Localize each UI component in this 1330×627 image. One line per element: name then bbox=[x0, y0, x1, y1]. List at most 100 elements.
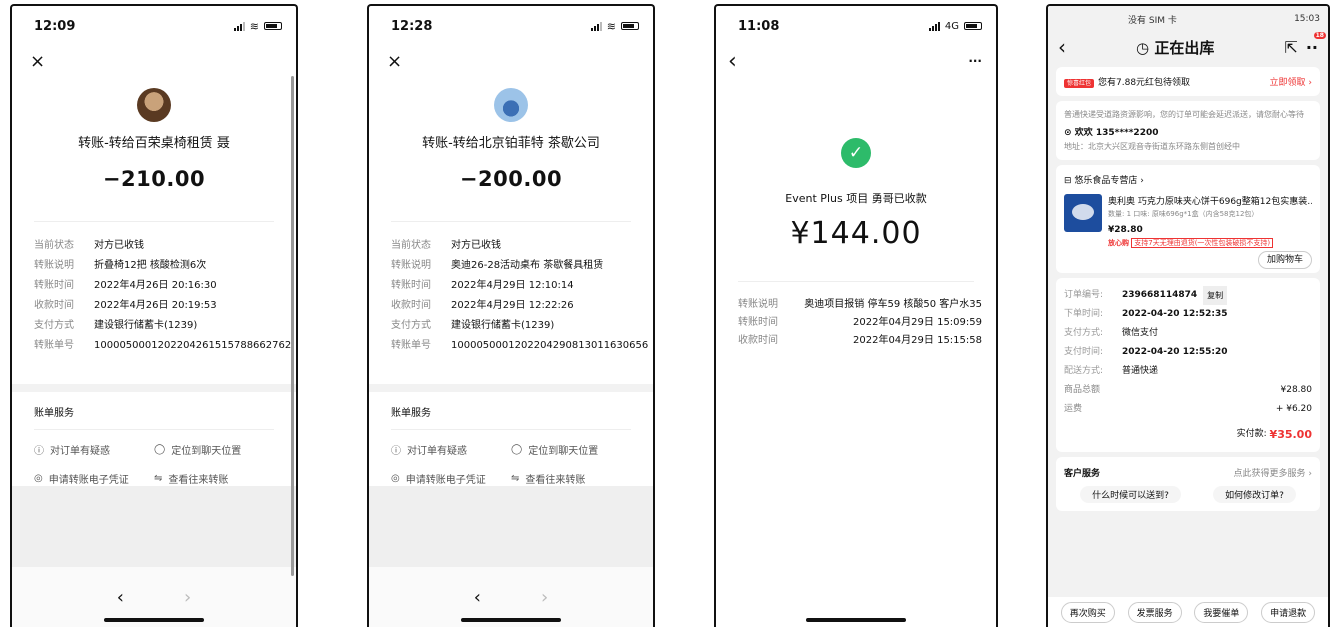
paid-amount: ¥35.00 bbox=[1269, 428, 1312, 441]
status-time: 15:03 bbox=[1294, 14, 1320, 24]
service-label: 定位到聊天位置 bbox=[528, 446, 599, 457]
transfer-details: 转账说明 奥迪项目报销 停车59 核酸50 客户水35 转账时间 2022年04月2… bbox=[716, 282, 996, 350]
status-bar: 12:09 ≋ bbox=[12, 6, 296, 46]
service-view-transfers[interactable]: ⇋ 查看往来转账 bbox=[154, 471, 274, 486]
detail-row: 当前状态 对方已收钱 bbox=[34, 236, 274, 256]
detail-label: 转账时间 bbox=[391, 280, 431, 291]
status-icons: 4G bbox=[928, 21, 982, 32]
status-time: 12:09 bbox=[34, 18, 76, 34]
nav-bar: × bbox=[12, 46, 296, 76]
home-indicator[interactable] bbox=[104, 618, 204, 622]
goods-total-label: 商品总额 bbox=[1064, 385, 1101, 395]
order-row: 支付时间: 2022-04-20 12:55:20 bbox=[1064, 343, 1312, 362]
avatar bbox=[137, 88, 171, 122]
voucher-icon: ◎ bbox=[391, 473, 400, 484]
detail-value: 建设银行储蓄卡(1239) bbox=[94, 320, 198, 331]
service-view-transfers[interactable]: ⇋ 查看往来转账 bbox=[511, 471, 631, 486]
back-icon[interactable]: ‹ bbox=[728, 49, 737, 74]
promo-card[interactable]: 惊喜红包 您有7.88元红包待领取 立即领取 › bbox=[1056, 67, 1320, 96]
signal-icon bbox=[590, 21, 602, 31]
battery-icon bbox=[621, 22, 639, 30]
detail-value: 1000050001202204261515788662762 bbox=[94, 340, 292, 351]
detail-row: 转账单号 1000050001202204261515788662762 bbox=[34, 336, 291, 356]
back-button[interactable]: ‹ bbox=[117, 587, 124, 608]
cs-title: 客户服务 bbox=[1064, 469, 1101, 479]
service-order-question[interactable]: ⓘ 对订单有疑惑 bbox=[391, 442, 511, 457]
faq-delivery-time[interactable]: 什么时候可以送到? bbox=[1080, 486, 1181, 503]
receiver-info: ⊙ 欢欢 135****2200 bbox=[1064, 125, 1312, 138]
order-row: 配送方式: 普通快递 bbox=[1064, 362, 1312, 381]
service-order-question[interactable]: ⓘ 对订单有疑惑 bbox=[34, 442, 154, 457]
shipping-label: 运费 bbox=[1064, 404, 1083, 414]
detail-value: 奥迪26-28活动桌布 茶歇餐具租赁 bbox=[451, 260, 604, 271]
cs-more[interactable]: 点此获得更多服务 › bbox=[1234, 465, 1312, 484]
more-icon[interactable]: ·· 18 bbox=[1306, 31, 1326, 57]
order-row: 订单编号: 239668114874 复制 bbox=[1064, 286, 1312, 305]
forward-button[interactable]: › bbox=[184, 587, 191, 608]
phone-screen-1: 12:09 ≋ × 转账-转给百荣桌椅租赁 聂 −210.00 当前状态 对方已收… bbox=[10, 4, 298, 627]
product-row[interactable]: 奥利奥 巧克力原味夹心饼干696g整箱12包实惠装… 数量: 1 口味: 原味6… bbox=[1064, 194, 1312, 248]
swap-icon: ⇋ bbox=[154, 473, 163, 484]
urge-order-button[interactable]: 我要催单 bbox=[1194, 601, 1249, 623]
bill-service-title: 账单服务 bbox=[34, 408, 74, 419]
copy-button[interactable]: 复制 bbox=[1203, 286, 1228, 305]
detail-value: 建设银行储蓄卡(1239) bbox=[451, 320, 555, 331]
detail-value: 折叠椅12把 核酸检测6次 bbox=[94, 260, 207, 271]
status-icons: ≋ bbox=[233, 20, 282, 33]
detail-row: 支付方式 建设银行储蓄卡(1239) bbox=[391, 316, 631, 336]
back-icon[interactable]: ‹ bbox=[1058, 35, 1066, 59]
service-locate-chat[interactable]: ◯ 定位到聊天位置 bbox=[511, 442, 631, 457]
order-info-card: 订单编号: 239668114874 复制 下单时间: 2022-04-20 12:5… bbox=[1056, 278, 1320, 452]
avatar bbox=[494, 88, 528, 122]
signal-icon bbox=[928, 21, 940, 31]
service-locate-chat[interactable]: ◯ 定位到聊天位置 bbox=[154, 442, 274, 457]
close-icon[interactable]: × bbox=[30, 51, 45, 72]
detail-label: 收款时间 bbox=[391, 300, 431, 311]
detail-label: 转账单号 bbox=[391, 340, 431, 351]
faq-modify-order[interactable]: 如何修改订单? bbox=[1213, 486, 1296, 503]
detail-value: 对方已收钱 bbox=[451, 240, 501, 251]
store-name[interactable]: ⊟ 悠乐食品专营店 › bbox=[1064, 173, 1312, 186]
question-icon: ⓘ bbox=[34, 446, 44, 457]
scrollbar[interactable] bbox=[291, 76, 294, 576]
cs-header: 客户服务 点此获得更多服务 › bbox=[1064, 465, 1312, 484]
order-value: 微信支付 bbox=[1122, 328, 1159, 338]
home-indicator[interactable] bbox=[806, 618, 906, 622]
detail-label: 转账时间 bbox=[34, 280, 74, 291]
back-button[interactable]: ‹ bbox=[474, 587, 481, 608]
product-image bbox=[1064, 194, 1102, 232]
order-row: 下单时间: 2022-04-20 12:52:35 bbox=[1064, 305, 1312, 324]
detail-row: 转账说明 折叠椅12把 核酸检测6次 bbox=[34, 256, 274, 276]
promo-action[interactable]: 立即领取 › bbox=[1270, 75, 1312, 88]
delivery-notice: 普通快递受道路资源影响，您的订单可能会延迟派送，请您耐心等待 bbox=[1064, 110, 1304, 119]
promo-left: 惊喜红包 您有7.88元红包待领取 bbox=[1064, 75, 1190, 88]
detail-label: 支付方式 bbox=[34, 320, 74, 331]
detail-value: 2022年04月29日 15:09:59 bbox=[853, 317, 982, 328]
service-e-voucher[interactable]: ◎ 申请转账电子凭证 bbox=[391, 471, 511, 486]
detail-row: 转账时间 2022年4月26日 20:16:30 bbox=[34, 276, 274, 296]
invoice-button[interactable]: 发票服务 bbox=[1127, 601, 1182, 623]
forward-button[interactable]: › bbox=[541, 587, 548, 608]
add-to-cart-button[interactable]: 加购物车 bbox=[1257, 251, 1312, 269]
detail-label: 转账单号 bbox=[34, 340, 74, 351]
more-icon[interactable]: ··· bbox=[968, 54, 982, 68]
promo-tag: 惊喜红包 bbox=[1064, 79, 1095, 88]
service-e-voucher[interactable]: ◎ 申请转账电子凭证 bbox=[34, 471, 154, 486]
detail-value: 2022年04月29日 15:15:58 bbox=[853, 335, 982, 346]
paid-row: 实付款: ¥35.00 bbox=[1064, 425, 1312, 444]
delivery-card[interactable]: 普通快递受道路资源影响，您的订单可能会延迟派送，请您耐心等待 ⊙ 欢欢 135*… bbox=[1056, 101, 1320, 160]
status-time: 11:08 bbox=[738, 18, 780, 34]
home-indicator[interactable] bbox=[461, 618, 561, 622]
payee-name: 转账-转给百荣桌椅租赁 聂 bbox=[78, 136, 230, 151]
shipping-row: 运费 + ¥6.20 bbox=[1064, 400, 1312, 419]
location-icon: ⊙ bbox=[1064, 128, 1075, 138]
share-icon[interactable]: ⇱ bbox=[1284, 38, 1297, 57]
phone-screen-4: 没有 SIM 卡 15:03 ‹ ◷ 正在出库 ⇱ ·· 18 惊喜红包 您有7.8… bbox=[1046, 4, 1330, 627]
page-title: ◷ 正在出库 bbox=[1136, 37, 1214, 58]
assurance-note: 支持7天无理由退货(一次性包装破损不支持) bbox=[1131, 238, 1274, 248]
refund-button[interactable]: 申请退款 bbox=[1261, 601, 1316, 623]
status-bar: 11:08 4G bbox=[716, 6, 996, 46]
rebuy-button[interactable]: 再次购买 bbox=[1060, 601, 1115, 623]
service-label: 申请转账电子凭证 bbox=[405, 475, 486, 486]
close-icon[interactable]: × bbox=[387, 51, 402, 72]
